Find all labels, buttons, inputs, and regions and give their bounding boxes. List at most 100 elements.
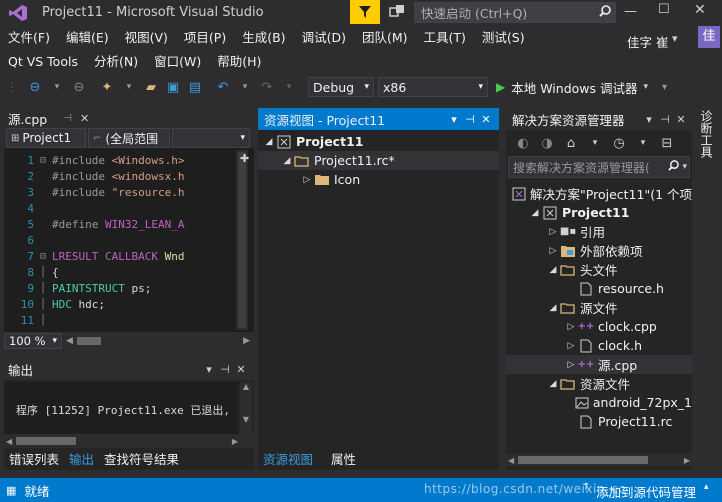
solution-tree-item[interactable]: ▷ ++ clock.cpp <box>506 317 692 336</box>
tree-item-icon-folder[interactable]: ▷ Icon <box>258 170 499 189</box>
collapse-icon[interactable]: ◢ <box>262 137 276 147</box>
collapse-icon[interactable]: ◢ <box>280 156 294 166</box>
pin-icon[interactable]: ⊣ <box>63 113 72 124</box>
scroll-down-icon[interactable]: ▼ <box>240 415 252 424</box>
solution-search-input[interactable]: 搜索解决方案资源管理器( <box>509 159 664 176</box>
menu-item[interactable]: 窗口(W) <box>146 51 209 73</box>
scroll-left-icon[interactable]: ◀ <box>508 456 514 465</box>
maximize-button[interactable]: ☐ <box>658 2 670 17</box>
dropdown-icon[interactable]: ▾ <box>586 134 604 152</box>
back-icon[interactable]: ◐ <box>514 134 532 152</box>
scroll-right-icon[interactable]: ▶ <box>232 437 238 446</box>
close-icon[interactable]: ✕ <box>234 363 248 376</box>
home-icon[interactable]: ⌂ <box>562 134 580 152</box>
pin-icon[interactable]: ⊣ <box>463 113 477 126</box>
scroll-right-icon[interactable]: ▶ <box>243 336 250 346</box>
menu-item[interactable]: 帮助(H) <box>209 51 269 73</box>
forward-icon[interactable]: ⊖ <box>70 78 88 96</box>
menu-item[interactable]: 编辑(E) <box>58 27 117 49</box>
scroll-up-icon[interactable]: ▲ <box>240 382 252 391</box>
search-icon[interactable] <box>664 160 682 174</box>
output-vertical-scrollbar[interactable]: ▲ ▼ <box>240 382 252 434</box>
close-tab-icon[interactable]: ✕ <box>80 112 89 125</box>
dropdown-icon[interactable]: ▾ <box>642 113 656 126</box>
expand-icon[interactable]: ▷ <box>564 322 578 332</box>
platform-select[interactable]: x86 ▾ <box>378 77 488 97</box>
user-name[interactable]: 佳字 崔 <box>627 32 668 51</box>
code-area[interactable]: 1 ⊟ #include <Windows.h> 2 #include <window… <box>4 150 236 331</box>
toolbar-overflow-icon[interactable]: ▾ <box>662 82 667 93</box>
redo-icon[interactable]: ↷ <box>258 78 276 96</box>
expand-icon[interactable]: ▷ <box>546 246 560 256</box>
menu-item[interactable]: 测试(S) <box>474 27 533 49</box>
solution-tree-item[interactable]: android_72px_1 <box>506 393 692 412</box>
solution-tree-item[interactable]: ▷ ■▪ 引用 <box>506 222 692 241</box>
scroll-right-icon[interactable]: ▶ <box>684 456 690 465</box>
menu-item[interactable]: 工具(T) <box>416 27 474 49</box>
quick-launch-input[interactable]: 快速启动 (Ctrl+Q) <box>415 3 595 22</box>
redo-dropdown-icon[interactable]: ▾ <box>280 78 298 96</box>
collapse-icon[interactable]: ◢ <box>528 208 542 218</box>
horizontal-scroll-thumb[interactable] <box>76 337 101 345</box>
tree-item-project[interactable]: ◢ Project11 <box>258 132 499 151</box>
back-dropdown-icon[interactable]: ▾ <box>48 78 66 96</box>
output-tab[interactable]: 查找符号结果 <box>99 450 184 470</box>
pin-icon[interactable]: ⊣ <box>218 363 232 376</box>
output-tab[interactable]: 错误列表 <box>4 450 64 470</box>
scope-nav-select[interactable]: ⌐ (全局范围 <box>88 128 170 148</box>
close-icon[interactable]: ✕ <box>674 113 688 126</box>
collapse-all-icon[interactable]: ⊟ <box>658 134 676 152</box>
new-dropdown-icon[interactable]: ▾ <box>120 78 138 96</box>
output-tab[interactable]: 输出 <box>64 450 100 470</box>
search-icon[interactable] <box>595 5 615 20</box>
chevron-up-icon[interactable]: ▴ <box>704 482 709 492</box>
solution-tree-item[interactable]: ◢ 资源文件 <box>506 374 692 393</box>
solution-tree-item[interactable]: ▷ ++ 源.cpp <box>506 355 692 374</box>
solution-tree-item[interactable]: ◢ 源文件 <box>506 298 692 317</box>
save-icon[interactable]: ▣ <box>164 78 182 96</box>
menu-item[interactable]: 视图(V) <box>117 27 176 49</box>
output-text-area[interactable]: 程序 [11252] Project11.exe 已退出, <box>4 382 238 434</box>
solution-tree-item[interactable]: ◢ Project11 <box>506 203 692 222</box>
chevron-down-icon[interactable]: ▾ <box>682 162 687 172</box>
diagnostic-tools-side-tab[interactable]: 诊断工具 <box>695 106 721 226</box>
expand-icon[interactable]: ▷ <box>564 360 578 370</box>
menu-item[interactable]: 团队(M) <box>354 27 416 49</box>
scroll-left-icon[interactable]: ◀ <box>6 437 12 446</box>
undo-dropdown-icon[interactable]: ▾ <box>236 78 254 96</box>
back-icon[interactable]: ⊖ <box>26 78 44 96</box>
split-icon[interactable]: ✚ <box>240 152 249 165</box>
tree-item-rc-file[interactable]: ◢ Project11.rc* <box>258 151 499 170</box>
open-folder-icon[interactable]: ▰ <box>142 78 160 96</box>
menu-item[interactable]: Qt VS Tools <box>0 51 86 73</box>
scroll-left-icon[interactable]: ◀ <box>66 336 73 346</box>
solution-tree-item[interactable]: 解决方案"Project11"(1 个项 <box>506 184 692 203</box>
resource-view-tab[interactable]: 属性 <box>326 450 361 470</box>
forward-icon[interactable]: ◑ <box>538 134 556 152</box>
quick-launch-box[interactable]: 快速启动 (Ctrl+Q) <box>414 2 616 23</box>
menu-item[interactable]: 调试(D) <box>294 27 354 49</box>
source-control-button[interactable]: 添加到源代码管理 <box>596 482 696 501</box>
collapse-icon[interactable]: ◢ <box>546 303 560 313</box>
configuration-select[interactable]: Debug ▾ <box>308 77 374 97</box>
collapse-icon[interactable]: ◢ <box>546 379 560 389</box>
solution-tree-item[interactable]: resource.h <box>506 279 692 298</box>
menu-item[interactable]: 项目(P) <box>176 27 234 49</box>
member-nav-select[interactable]: ▾ <box>172 128 250 148</box>
solution-tree-item[interactable]: ▷ clock.h <box>506 336 692 355</box>
expand-icon[interactable]: ▷ <box>300 175 314 185</box>
solution-search-box[interactable]: 搜索解决方案资源管理器( ▾ <box>508 156 690 178</box>
output-horizontal-scrollbar[interactable]: ◀ ▶ <box>4 434 254 448</box>
close-icon[interactable]: ✕ <box>479 113 493 126</box>
sync-icon[interactable]: ◷ <box>610 134 628 152</box>
resource-view-tab[interactable]: 资源视图 <box>258 450 318 470</box>
avatar[interactable]: 佳 <box>698 26 720 48</box>
start-debug-button[interactable]: ▶ 本地 Windows 调试器 <box>496 77 637 97</box>
collapse-icon[interactable]: ◢ <box>546 265 560 275</box>
horizontal-scroll-thumb[interactable] <box>16 437 77 445</box>
pin-icon[interactable]: ⊣ <box>658 113 672 126</box>
dropdown-icon[interactable]: ▾ <box>634 134 652 152</box>
project-nav-select[interactable]: ⊞ Project1 <box>6 128 86 148</box>
zoom-select[interactable]: 100 % ▾ <box>4 333 62 349</box>
solution-tree-item[interactable]: Project11.rc <box>506 412 692 431</box>
